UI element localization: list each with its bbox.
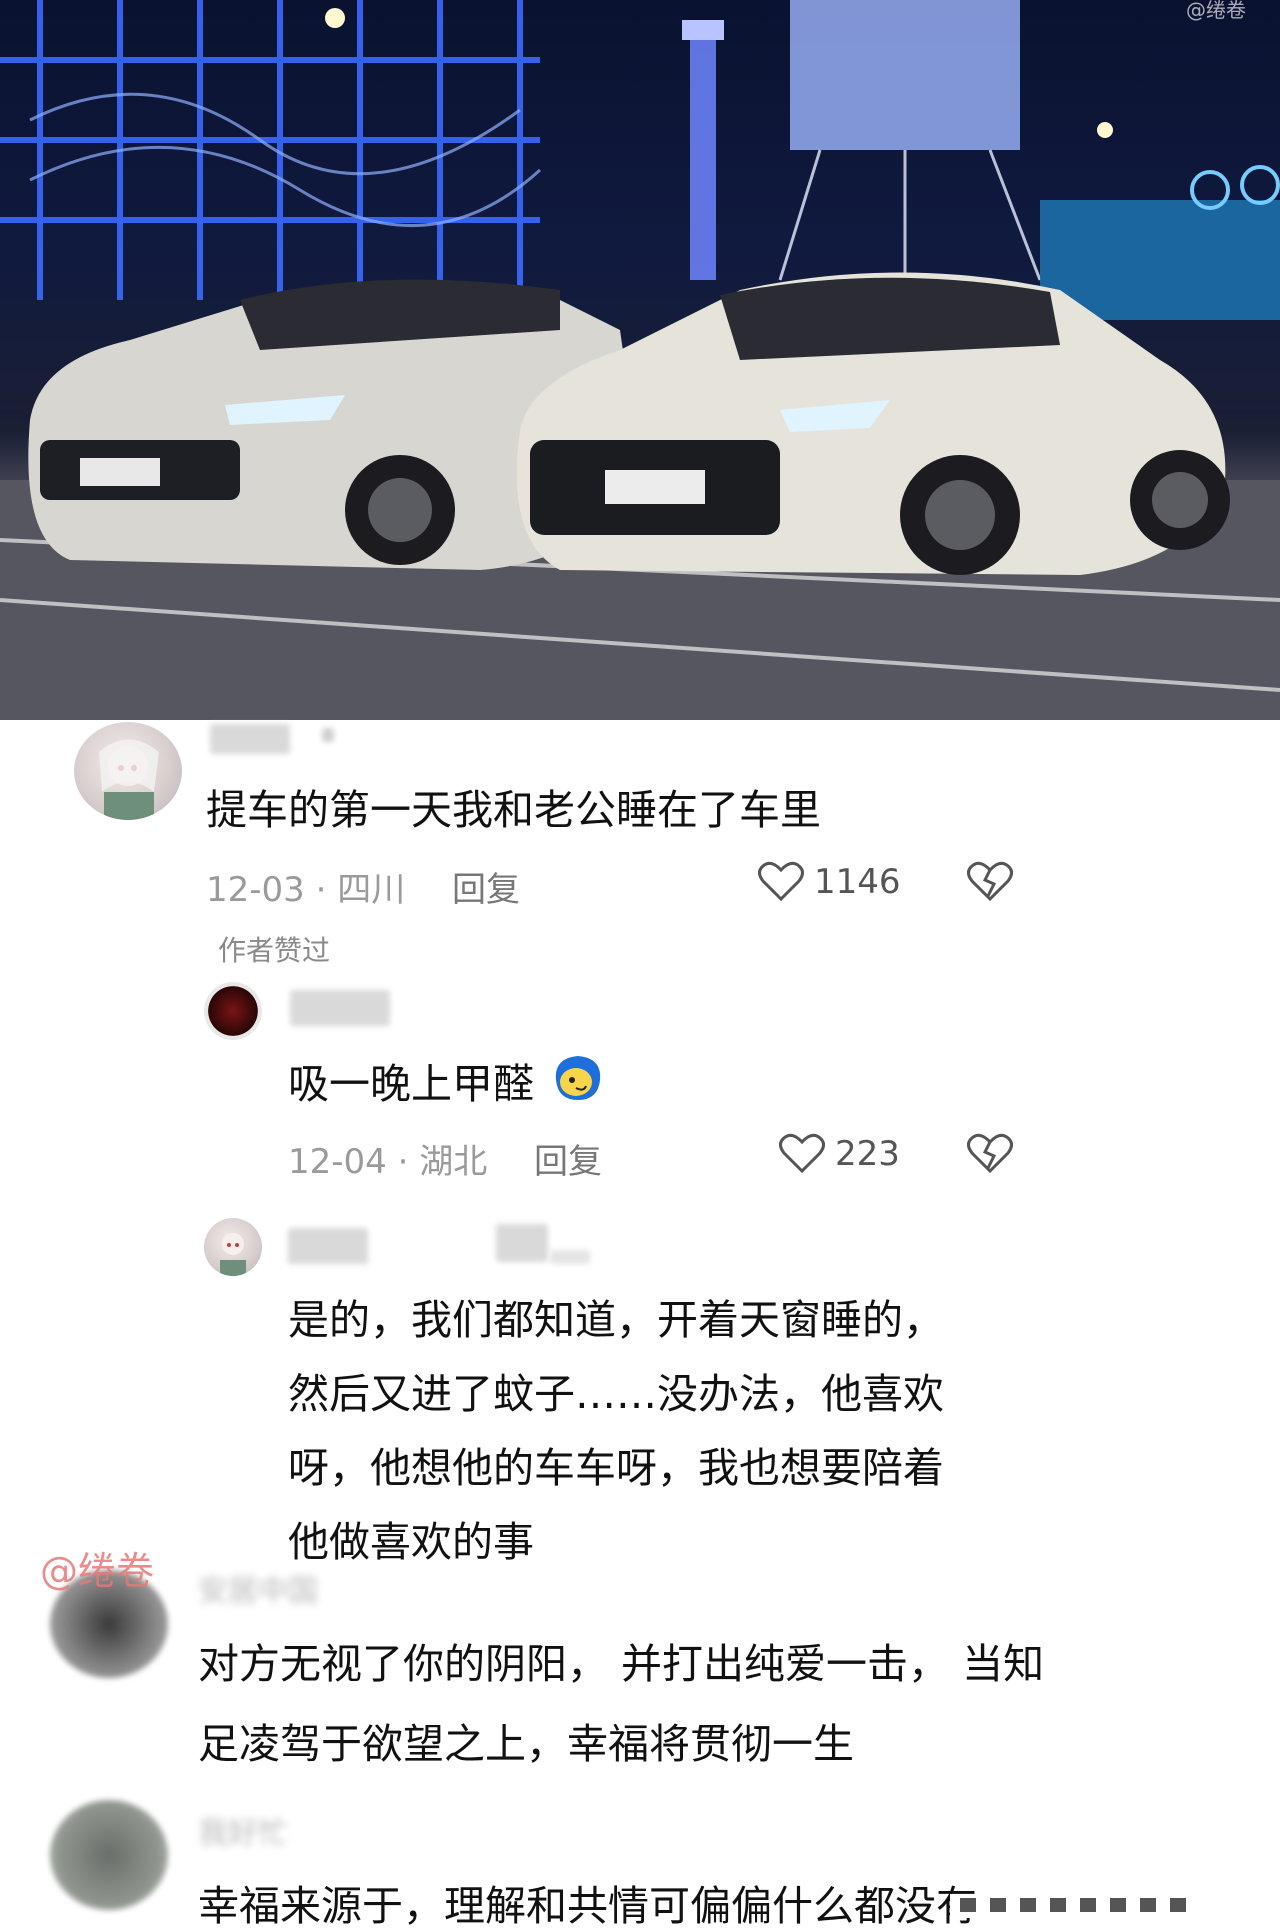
like-count: 1146 <box>814 862 901 902</box>
like-count: 223 <box>835 1134 900 1174</box>
comment-line-3: 呀，他想他的车车呀，我也想要陪着 <box>288 1444 944 1492</box>
car-photo-illustration <box>0 0 1280 720</box>
reply-button[interactable]: 回复 <box>534 1134 602 1183</box>
avatar[interactable] <box>74 722 182 820</box>
photo-watermark: @绻卷 <box>1186 0 1246 22</box>
comment-date-location: 12-03 · 四川 <box>206 870 406 910</box>
comment-date-location: 12-04 · 湖北 <box>288 1142 488 1182</box>
censor-bar-icon <box>950 1888 1250 1928</box>
username-badge-blurred <box>322 728 334 742</box>
username-blurred: 安居中国 <box>198 1574 318 1609</box>
face-emoji-icon <box>550 1050 606 1110</box>
anime-avatar-icon <box>220 1233 246 1276</box>
comment-text: 吸一晚上甲醛 <box>288 1060 534 1108</box>
comment-line-4: 他做喜欢的事 <box>288 1518 534 1566</box>
reply-to-blurred <box>496 1224 548 1262</box>
comment-line-1: 对方无视了你的阴阳， 并打出纯爱一击， 当知 <box>198 1640 1045 1688</box>
author-liked-badge: 作者赞过 <box>218 934 331 967</box>
broken-heart-icon[interactable] <box>967 1132 1013 1178</box>
username-blurred <box>290 990 390 1026</box>
avatar[interactable] <box>204 982 262 1040</box>
comment-line-2: 足凌驾于欲望之上，幸福将贯彻一生 <box>198 1720 854 1768</box>
broken-heart-icon[interactable] <box>967 860 1013 906</box>
username-blurred <box>210 724 290 754</box>
anime-avatar-icon <box>99 739 159 820</box>
reply-button[interactable]: 回复 <box>452 862 520 911</box>
like-heart-icon[interactable] <box>779 1132 825 1178</box>
comment-line-2: 然后又进了蚊子……没办法，他喜欢 <box>288 1370 944 1418</box>
like-heart-icon[interactable] <box>758 860 804 906</box>
watermark-handle: @绻卷 <box>40 1549 155 1593</box>
reply-to-blurred <box>550 1250 590 1264</box>
car-photo[interactable]: @绻卷 <box>0 0 1280 720</box>
avatar[interactable] <box>50 1800 168 1910</box>
screenshot-page: @绻卷 提车的第一天我和老公睡在了车里 12-03 · 四川 回复 1146 作… <box>0 0 1280 1930</box>
comment-line-1: 是的，我们都知道，开着天窗睡的， <box>288 1296 944 1344</box>
avatar[interactable] <box>204 1218 262 1276</box>
comment-line-1: 幸福来源于，理解和共情可偏偏什么都没有 <box>198 1882 977 1930</box>
comment-text: 提车的第一天我和老公睡在了车里 <box>206 786 821 834</box>
username-blurred: 我好忙 <box>198 1816 288 1851</box>
username-blurred <box>288 1228 368 1264</box>
